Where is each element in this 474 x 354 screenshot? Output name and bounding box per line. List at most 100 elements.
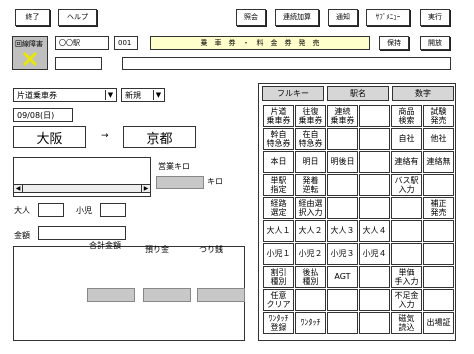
arrow-right-icon[interactable]: ▶: [141, 185, 150, 192]
keypad-button-r1-c5[interactable]: 他社: [423, 128, 454, 150]
keypad-header-2[interactable]: 数字: [392, 86, 454, 101]
keypad-button-r4-c0[interactable]: 経路 選定: [263, 197, 294, 219]
business-km-field: [156, 176, 204, 189]
keypad-button-r7-c4[interactable]: 単価 手入力: [391, 266, 422, 288]
keypad-button-r6-c1[interactable]: 小児２: [295, 243, 326, 265]
issue-type-value: 新規: [125, 90, 141, 100]
arrow-left-icon[interactable]: ◀: [14, 185, 23, 192]
line-failure-indicator: 回線障害: [12, 36, 48, 70]
x-mark-icon: [22, 51, 38, 67]
continuous-add-button[interactable]: 連続加算: [275, 9, 319, 26]
keypad-header-0[interactable]: フルキー: [262, 86, 324, 101]
terminal-number: 001: [118, 39, 132, 47]
keypad-button-r4-c1[interactable]: 経由選 択入力: [295, 197, 326, 219]
keypad-button-r4-c2[interactable]: [327, 197, 358, 219]
keypad-button-r5-c5[interactable]: [423, 220, 454, 242]
keypad-button-r0-c3[interactable]: [359, 105, 390, 127]
from-station-field[interactable]: 大阪: [13, 126, 86, 148]
message-field: [122, 57, 451, 70]
keypad-button-r4-c3[interactable]: [359, 197, 390, 219]
submenu-button[interactable]: ｻﾌﾞﾒﾆｭｰ: [366, 9, 410, 26]
keypad-button-r1-c3[interactable]: [359, 128, 390, 150]
to-station-value: 京都: [146, 131, 173, 147]
to-station-field[interactable]: 京都: [123, 126, 196, 148]
keypad-button-r8-c3[interactable]: [359, 289, 390, 311]
total-amount-field: [87, 288, 135, 302]
keypad-button-r2-c1[interactable]: 明日: [295, 151, 326, 173]
keypad-button-r3-c0[interactable]: 単駅 指定: [263, 174, 294, 196]
keypad-button-r5-c2[interactable]: 大人３: [327, 220, 358, 242]
keypad-button-r8-c2[interactable]: [327, 289, 358, 311]
keypad-button-r3-c1[interactable]: 発着 逆転: [295, 174, 326, 196]
keypad-header-1[interactable]: 駅名: [327, 86, 389, 101]
keypad-button-r7-c0[interactable]: 割引 種別: [263, 266, 294, 288]
keypad-button-r3-c2[interactable]: [327, 174, 358, 196]
keypad-button-r8-c0[interactable]: 任意 クリア: [263, 289, 294, 311]
keypad-button-r3-c4[interactable]: バス駅 入力: [391, 174, 422, 196]
keypad-button-r3-c5[interactable]: [423, 174, 454, 196]
ticket-type-select[interactable]: 片道乗車券 ▼: [13, 88, 117, 102]
keypad-button-r1-c4[interactable]: 自社: [391, 128, 422, 150]
deposit-field: [143, 288, 191, 302]
end-button[interactable]: 終了: [15, 9, 50, 26]
keypad-button-r0-c5[interactable]: 試験 発売: [423, 105, 454, 127]
child-count-field[interactable]: [100, 203, 126, 217]
keypad-button-r0-c1[interactable]: 往復 乗車券: [295, 105, 326, 127]
keypad-button-r9-c1[interactable]: ﾜﾝﾀｯﾁ: [295, 312, 326, 334]
keypad-button-r3-c3[interactable]: [359, 174, 390, 196]
inquiry-button[interactable]: 照会: [236, 9, 266, 26]
keypad-button-r8-c1[interactable]: [295, 289, 326, 311]
chevron-down-icon: ▼: [153, 90, 163, 100]
terminal-number-field: 001: [114, 36, 138, 50]
keypad-button-r2-c2[interactable]: 明後日: [327, 151, 358, 173]
open-close-button[interactable]: 開放: [420, 36, 450, 50]
keypad-button-r1-c0[interactable]: 幹自 特急券: [263, 128, 294, 150]
execute-button[interactable]: 実行: [420, 9, 450, 26]
keypad-button-r0-c0[interactable]: 片道 乗車券: [263, 105, 294, 127]
notice-button[interactable]: 通知: [328, 9, 358, 26]
from-station-value: 大阪: [36, 131, 63, 147]
ticket-type-value: 片道乗車券: [17, 90, 57, 100]
keypad-button-r9-c5[interactable]: 出場証: [423, 312, 454, 334]
keypad-button-r6-c0[interactable]: 小児１: [263, 243, 294, 265]
date-field[interactable]: 09/08(日): [13, 108, 73, 122]
keypad-button-r5-c3[interactable]: 大人４: [359, 220, 390, 242]
help-button[interactable]: ヘルプ: [58, 9, 97, 26]
keypad-button-r2-c3[interactable]: [359, 151, 390, 173]
mode-banner: 乗 車 券 ・ 料 金 券 発 売: [150, 36, 370, 50]
keypad-button-r0-c2[interactable]: 連続 乗車券: [327, 105, 358, 127]
keypad-button-r6-c4[interactable]: [391, 243, 422, 265]
keypad-button-r5-c1[interactable]: 大人２: [295, 220, 326, 242]
keypad-button-r5-c0[interactable]: 大人１: [263, 220, 294, 242]
keypad-button-r6-c3[interactable]: 小児４: [359, 243, 390, 265]
keypad-button-r7-c1[interactable]: 後払 種別: [295, 266, 326, 288]
keypad-button-r2-c0[interactable]: 本日: [263, 151, 294, 173]
keypad-button-r2-c4[interactable]: 連絡有: [391, 151, 422, 173]
keypad-button-r2-c5[interactable]: 連絡無: [423, 151, 454, 173]
keypad-button-r1-c2[interactable]: [327, 128, 358, 150]
keypad-button-r5-c4[interactable]: [391, 220, 422, 242]
keypad-button-r6-c5[interactable]: [423, 243, 454, 265]
keypad-button-r4-c4[interactable]: [391, 197, 422, 219]
route-scrollbar[interactable]: ◀ ▶: [13, 184, 151, 193]
adult-count-field[interactable]: [38, 203, 64, 217]
keypad-button-r9-c2[interactable]: [327, 312, 358, 334]
keypad-button-r9-c0[interactable]: ﾜﾝﾀｯﾁ 登録: [263, 312, 294, 334]
keypad-button-r7-c5[interactable]: [423, 266, 454, 288]
keypad-button-r9-c3[interactable]: [359, 312, 390, 334]
child-label: 小児: [76, 206, 92, 215]
keypad-button-r4-c5[interactable]: 補正 発売: [423, 197, 454, 219]
keypad-button-r0-c4[interactable]: 商品 検索: [391, 105, 422, 127]
keypad-button-r7-c3[interactable]: [359, 266, 390, 288]
keypad-button-r8-c4[interactable]: 不足金 入力: [391, 289, 422, 311]
keypad-button-r9-c4[interactable]: 磁気 読込: [391, 312, 422, 334]
station-name: 〇〇駅: [59, 39, 80, 47]
station-name-field: 〇〇駅: [55, 36, 109, 50]
issue-type-select[interactable]: 新規 ▼: [121, 88, 165, 102]
keypad-button-r1-c1[interactable]: 在自 特急券: [295, 128, 326, 150]
keypad-button-r8-c5[interactable]: [423, 289, 454, 311]
direction-arrow: →: [101, 131, 109, 141]
keypad-button-r6-c2[interactable]: 小児３: [327, 243, 358, 265]
hold-button[interactable]: 保持: [379, 36, 409, 50]
keypad-button-r7-c2[interactable]: AGT: [327, 266, 358, 288]
